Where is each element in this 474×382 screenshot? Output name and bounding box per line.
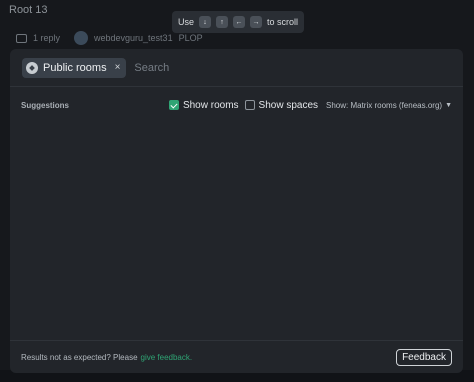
checkbox-checked-icon[interactable] <box>168 100 179 110</box>
public-rooms-filter-chip[interactable]: Public rooms × <box>22 57 127 78</box>
spotlight-dialog: Public rooms × Suggestions Show rooms Sh… <box>10 49 463 373</box>
thread-icon <box>16 33 27 43</box>
show-spaces-checkbox[interactable]: Show spaces <box>244 99 319 111</box>
suggestions-header: Suggestions Show rooms Show spaces Show:… <box>10 90 463 120</box>
thread-summary: 1 reply webdevguru_test31 PLOP <box>16 31 203 45</box>
suggestion-filters: Show rooms Show spaces Show: Matrix room… <box>168 99 452 111</box>
checkbox-unchecked-icon[interactable] <box>244 100 255 110</box>
compass-icon <box>26 61 38 74</box>
results-list <box>10 120 463 335</box>
give-feedback-link[interactable]: give feedback. <box>141 353 193 362</box>
server-select-label: Show: Matrix rooms (feneas.org) <box>326 100 443 110</box>
server-select-dropdown[interactable]: Show: Matrix rooms (feneas.org) ▼ <box>326 101 452 110</box>
show-rooms-label: Show rooms <box>182 99 239 111</box>
thread-reply-count: 1 reply <box>33 33 61 43</box>
arrow-left-icon: ← <box>233 16 246 28</box>
feedback-button[interactable]: Feedback <box>396 348 452 366</box>
room-title: Root 13 <box>9 4 48 16</box>
arrow-up-icon: ↑ <box>216 16 229 28</box>
search-input[interactable] <box>134 57 451 78</box>
close-icon[interactable]: × <box>115 62 121 73</box>
show-spaces-label: Show spaces <box>258 99 319 111</box>
footer-text: Results not as expected? Please <box>21 352 138 362</box>
dialog-footer: Results not as expected? Please give fee… <box>10 340 463 373</box>
suggestions-title: Suggestions <box>21 100 70 110</box>
chip-label: Public rooms <box>43 61 107 74</box>
arrow-down-icon: ↓ <box>199 16 212 28</box>
thread-preview: PLOP <box>178 33 203 43</box>
scroll-hint-suffix: to scroll <box>267 17 299 27</box>
avatar <box>74 31 89 45</box>
chevron-down-icon: ▼ <box>445 101 452 109</box>
scroll-hint-prefix: Use <box>178 17 195 27</box>
show-rooms-checkbox[interactable]: Show rooms <box>168 99 239 111</box>
search-bar: Public rooms × <box>10 49 463 87</box>
arrow-right-icon: → <box>250 16 263 28</box>
scroll-hint: Use ↓ ↑ ← → to scroll <box>172 11 305 33</box>
thread-author: webdevguru_test31 <box>94 33 173 43</box>
